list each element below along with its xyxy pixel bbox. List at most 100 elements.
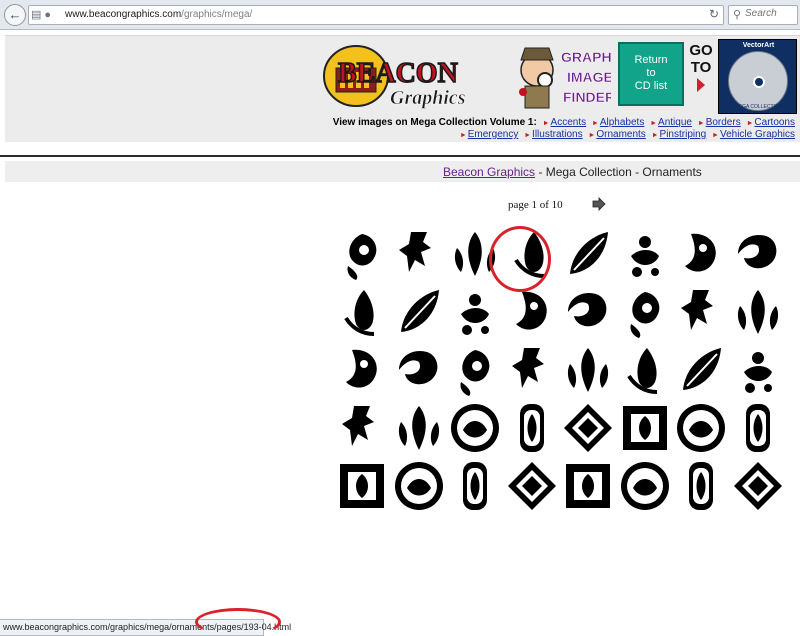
- search-box[interactable]: ⚲: [728, 5, 798, 25]
- ornament-thumbnail[interactable]: [504, 284, 560, 340]
- link-accents[interactable]: Accents: [551, 117, 587, 128]
- ornament-image: [347, 234, 377, 280]
- ornament-image: [463, 462, 487, 510]
- back-button[interactable]: ←: [4, 4, 26, 26]
- ornament-image: [733, 462, 782, 510]
- ornament-thumbnail[interactable]: [447, 342, 503, 398]
- ornament-thumbnail[interactable]: [617, 226, 673, 282]
- ornament-thumbnail[interactable]: [391, 400, 447, 456]
- goto-label-1: GO: [689, 42, 713, 59]
- finder-word-1: GRAPHIC: [561, 49, 611, 65]
- ornament-thumbnail[interactable]: [391, 226, 447, 282]
- reload-icon[interactable]: ↻: [709, 7, 719, 21]
- ornament-thumbnail[interactable]: [391, 284, 447, 340]
- address-host: www.beacongraphics.com: [65, 9, 182, 20]
- ornament-thumbnail[interactable]: [617, 342, 673, 398]
- ornament-thumbnail[interactable]: [504, 458, 560, 514]
- ornament-thumbnail[interactable]: [617, 400, 673, 456]
- cd-hole: [753, 76, 765, 88]
- ornament-thumbnail[interactable]: [391, 458, 447, 514]
- page-info-icon[interactable]: ▤●: [31, 8, 54, 21]
- ornament-thumbnail[interactable]: [560, 458, 616, 514]
- ornament-thumbnail[interactable]: [504, 400, 560, 456]
- ornament-thumbnail[interactable]: [617, 458, 673, 514]
- ornament-thumbnail[interactable]: [730, 458, 786, 514]
- goto-button[interactable]: GO TO: [686, 42, 716, 106]
- ornament-thumbnail[interactable]: [730, 284, 786, 340]
- ornament-thumbnail[interactable]: [730, 400, 786, 456]
- ornament-thumbnail[interactable]: [334, 400, 390, 456]
- ornament-image: [340, 464, 384, 508]
- ornament-thumbnail[interactable]: [447, 284, 503, 340]
- ornament-thumbnail[interactable]: [730, 226, 786, 282]
- link-pinstriping[interactable]: Pinstriping: [660, 129, 707, 140]
- goto-label-2: TO: [690, 59, 712, 76]
- collection-links-lead: View images on Mega Collection Volume 1:: [332, 117, 537, 128]
- link-borders[interactable]: Borders: [706, 117, 741, 128]
- link-emergency[interactable]: Emergency: [468, 129, 519, 140]
- next-page-arrow-icon[interactable]: [592, 197, 606, 211]
- ornament-image: [398, 232, 431, 272]
- ornament-thumbnail[interactable]: [673, 226, 729, 282]
- highlight-circle-annotation: [489, 226, 551, 292]
- ornament-thumbnail[interactable]: [560, 226, 616, 282]
- cd-brand-label: VectorArt: [742, 42, 775, 49]
- ornament-thumbnail[interactable]: [673, 342, 729, 398]
- link-alphabets[interactable]: Alphabets: [600, 117, 644, 128]
- link-antique[interactable]: Antique: [658, 117, 692, 128]
- triangle-bullet-icon: ►: [712, 132, 719, 139]
- ornament-thumbnail[interactable]: [560, 342, 616, 398]
- link-illustrations[interactable]: Illustrations: [532, 129, 583, 140]
- ornament-thumbnail[interactable]: [334, 226, 390, 282]
- ornament-thumbnail[interactable]: [673, 284, 729, 340]
- graphic-image-finder-logo[interactable]: GRAPHIC IMAGE FINDER: [515, 42, 611, 112]
- ornament-thumbnail[interactable]: [504, 342, 560, 398]
- ornament-image: [568, 292, 607, 327]
- mega-collection-cd-image[interactable]: VectorArt MEGA COLLECTION: [718, 39, 797, 114]
- ornament-thumbnail[interactable]: [391, 342, 447, 398]
- ornament-thumbnail[interactable]: [447, 400, 503, 456]
- finder-word-2: IMAGE: [567, 69, 611, 85]
- finder-word-3: FINDER: [563, 89, 611, 105]
- ornament-thumbnail[interactable]: [334, 284, 390, 340]
- ornament-image: [507, 462, 556, 510]
- link-ornaments[interactable]: Ornaments: [596, 129, 645, 140]
- address-bar[interactable]: ▤● www.beacongraphics.com/graphics/mega/…: [28, 5, 724, 25]
- search-input[interactable]: [745, 8, 797, 19]
- ornament-image: [398, 406, 439, 450]
- beacon-graphics-logo[interactable]: BEACON Graphics: [320, 42, 512, 112]
- ornament-image: [689, 462, 713, 510]
- ornament-image: [344, 290, 375, 336]
- triangle-bullet-icon: ►: [542, 120, 550, 127]
- ornament-image: [622, 406, 667, 450]
- link-cartoons[interactable]: Cartoons: [754, 117, 795, 128]
- ornament-image: [743, 352, 772, 393]
- triangle-bullet-icon: ►: [746, 120, 754, 127]
- triangle-bullet-icon: ►: [588, 132, 596, 139]
- ornament-thumbnail[interactable]: [560, 400, 616, 456]
- ornament-thumbnail[interactable]: [673, 458, 729, 514]
- ornament-thumbnail[interactable]: [447, 458, 503, 514]
- ornament-image: [570, 232, 608, 274]
- ornament-image: [519, 404, 544, 452]
- ornament-thumbnail[interactable]: [617, 284, 673, 340]
- page-title-bar: Beacon Graphics - Mega Collection - Orna…: [5, 161, 800, 182]
- page-title: Beacon Graphics - Mega Collection - Orna…: [443, 165, 702, 179]
- link-vehicle-graphics[interactable]: Vehicle Graphics: [720, 129, 795, 140]
- ornament-image: [630, 236, 659, 277]
- ornament-image: [394, 462, 443, 510]
- browser-toolbar: ← ▤● www.beacongraphics.com/graphics/meg…: [0, 0, 800, 30]
- ornament-image: [745, 404, 770, 452]
- ornament-thumbnail[interactable]: [730, 342, 786, 398]
- return-to-cd-list-button[interactable]: Return to CD list: [618, 42, 684, 106]
- ornament-image: [511, 348, 544, 388]
- ornament-thumbnail[interactable]: [334, 342, 390, 398]
- ornament-thumbnail[interactable]: [673, 400, 729, 456]
- beacon-graphics-link[interactable]: Beacon Graphics: [443, 165, 535, 179]
- ornament-thumbnail[interactable]: [560, 284, 616, 340]
- arrow-right-icon: [697, 78, 705, 92]
- return-label-2: to: [646, 67, 656, 79]
- ornament-thumbnail[interactable]: [334, 458, 390, 514]
- ornament-image: [567, 348, 609, 392]
- ornament-image: [461, 294, 489, 335]
